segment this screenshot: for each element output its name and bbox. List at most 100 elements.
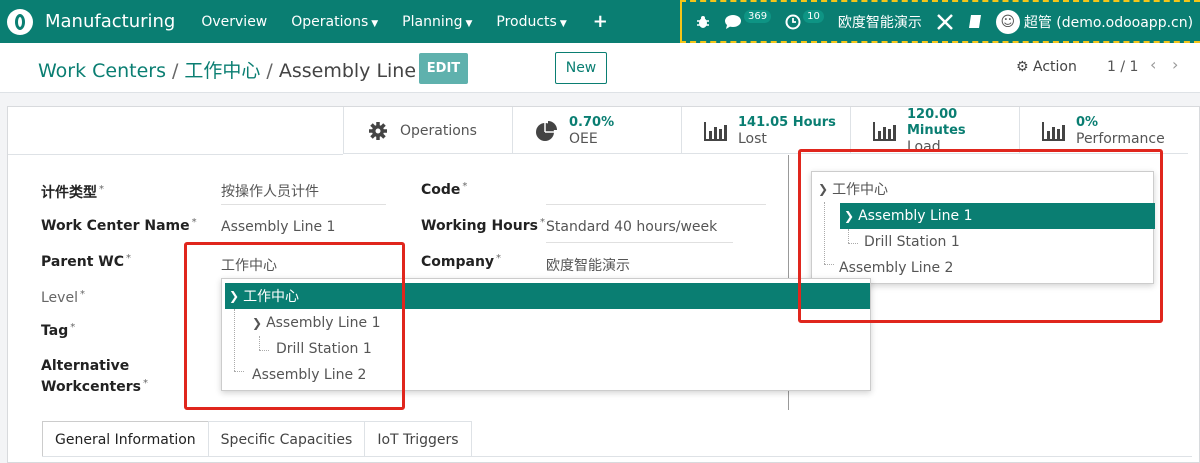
pager-previous-icon[interactable]: ‹ (1150, 55, 1156, 74)
breadcrumb-parent[interactable]: 工作中心 (184, 60, 260, 82)
working-hours-label: Working Hours * (421, 217, 545, 234)
oee-value: 0.70% (569, 114, 615, 130)
user-name: 超管 (demo.odooapp.cn) (1023, 14, 1194, 31)
load-smart-button[interactable]: 120.00 Minutes Load (850, 106, 1019, 155)
menu-products[interactable]: Products ▼ (496, 14, 566, 30)
documentation-book-icon[interactable] (968, 14, 982, 29)
systray: 369 10 欧度智能演示 ☺ 超管 (demo.odooapp.cn) (680, 0, 1200, 43)
menu-operations-label: Operations (291, 13, 369, 30)
required-mark: * (99, 184, 104, 195)
performance-smart-button[interactable]: 0% Performance (1019, 107, 1188, 154)
breadcrumb-separator: / (266, 60, 273, 82)
required-mark: * (539, 217, 545, 228)
activities-button[interactable]: 10 (785, 10, 824, 30)
app-logo-icon[interactable] (7, 8, 33, 35)
operations-label: Operations (400, 122, 477, 139)
code-label-text: Code (421, 182, 461, 198)
notebook-tabs: General Information Specific Capacities … (42, 421, 472, 457)
work-center-name-label: Work Center Name * (41, 217, 197, 234)
activities-count: 10 (803, 10, 824, 23)
parent-wc-label-text: Parent WC (41, 254, 124, 270)
lost-label: Lost (738, 130, 767, 147)
level-label-text: Level (41, 290, 78, 306)
tab-specific-capacities[interactable]: Specific Capacities (207, 421, 366, 457)
add-menu-button[interactable]: + (593, 11, 608, 32)
required-mark: * (79, 289, 85, 300)
menu-operations[interactable]: Operations ▼ (291, 14, 378, 30)
counting-type-label-text: 计件类型 (41, 185, 97, 201)
menu-planning-label: Planning (402, 13, 463, 30)
breadcrumb-separator: / (172, 60, 179, 82)
working-hours-field[interactable]: Standard 40 hours/week (546, 219, 733, 243)
parent-wc-label: Parent WC * (41, 253, 131, 270)
load-value: 120.00 Minutes (907, 106, 966, 138)
caret-down-icon: ▼ (559, 18, 567, 29)
pager-next-icon[interactable]: › (1172, 55, 1178, 74)
messages-button[interactable]: 369 (724, 10, 772, 29)
oee-smart-button[interactable]: 0.70% OEE (512, 107, 681, 154)
tab-iot-triggers[interactable]: IoT Triggers (364, 421, 472, 457)
gear-icon: ⚙ (1016, 59, 1029, 75)
menu-overview[interactable]: Overview (201, 14, 267, 30)
breadcrumb-work-centers[interactable]: Work Centers (38, 60, 166, 82)
debug-bug-icon[interactable] (696, 15, 710, 29)
company-switcher[interactable]: 欧度智能演示 (838, 12, 922, 32)
required-mark: * (125, 253, 131, 264)
required-mark: * (142, 378, 148, 389)
tag-label-text: Tag (41, 323, 69, 339)
caret-down-icon: ▼ (465, 18, 473, 29)
counting-type-field[interactable]: 按操作人员计件 (221, 181, 386, 205)
lost-smart-button[interactable]: 141.05 Hours Lost (681, 107, 850, 154)
alternative-workcenters-label-line1: Alternative (41, 358, 130, 374)
company-field[interactable]: 欧度智能演示 (546, 255, 733, 279)
chat-icon (725, 15, 741, 29)
top-navbar: Manufacturing Overview Operations ▼ Plann… (0, 0, 1200, 43)
action-label: Action (1033, 59, 1077, 75)
app-name[interactable]: Manufacturing (45, 11, 175, 32)
required-mark: * (70, 322, 76, 333)
tab-general-information[interactable]: General Information (42, 421, 209, 457)
caret-down-icon: ▼ (371, 18, 379, 29)
menu-planning[interactable]: Planning ▼ (402, 14, 472, 30)
counting-type-label: 计件类型 * (41, 182, 104, 202)
required-mark: * (496, 253, 502, 264)
code-label: Code * (421, 181, 468, 198)
bar-chart-icon (873, 120, 897, 142)
menu-products-label: Products (496, 13, 557, 30)
button-box-divider (8, 154, 343, 155)
highlight-box-dropdown (184, 242, 405, 410)
bar-chart-icon (704, 120, 728, 142)
control-panel: Work Centers / 工作中心 / Assembly Line 1 EDIT N… (0, 43, 1200, 93)
smart-button-box: Operations 0.70% OEE 141.05 Hours Lost 120… (343, 106, 1188, 155)
clock-icon (785, 14, 801, 29)
tag-label: Tag * (41, 322, 76, 339)
operations-smart-button[interactable]: Operations (343, 107, 512, 154)
work-center-name-field[interactable]: Assembly Line 1 (221, 219, 386, 243)
company-label: Company * (421, 253, 502, 270)
pager-value[interactable]: 1 / 1 (1107, 59, 1138, 75)
code-field[interactable] (546, 181, 766, 205)
messages-count: 369 (744, 10, 772, 23)
user-menu[interactable]: ☺ 超管 (demo.odooapp.cn) (995, 9, 1194, 34)
tools-icon[interactable] (936, 13, 954, 31)
action-menu-button[interactable]: ⚙ Action (1016, 59, 1077, 75)
edit-button[interactable]: EDIT (419, 53, 468, 84)
performance-value: 0% (1076, 114, 1099, 130)
working-hours-label-text: Working Hours (421, 218, 538, 234)
new-button[interactable]: New (555, 52, 607, 84)
pie-chart-icon (535, 120, 559, 142)
performance-label: Performance (1076, 130, 1165, 147)
lost-value: 141.05 Hours (738, 114, 836, 130)
breadcrumb: Work Centers / 工作中心 / Assembly Line 1 (38, 56, 434, 83)
gear-icon (366, 120, 390, 142)
level-label: Level * (41, 289, 85, 306)
bar-chart-icon (1042, 120, 1066, 142)
highlight-box-tree (798, 149, 1163, 323)
required-mark: * (191, 217, 197, 228)
oee-label: OEE (569, 130, 598, 147)
work-center-name-label-text: Work Center Name (41, 218, 190, 234)
avatar: ☺ (995, 9, 1020, 34)
required-mark: * (462, 181, 468, 192)
company-label-text: Company (421, 254, 495, 270)
alternative-workcenters-label-text: Workcenters (41, 379, 141, 395)
